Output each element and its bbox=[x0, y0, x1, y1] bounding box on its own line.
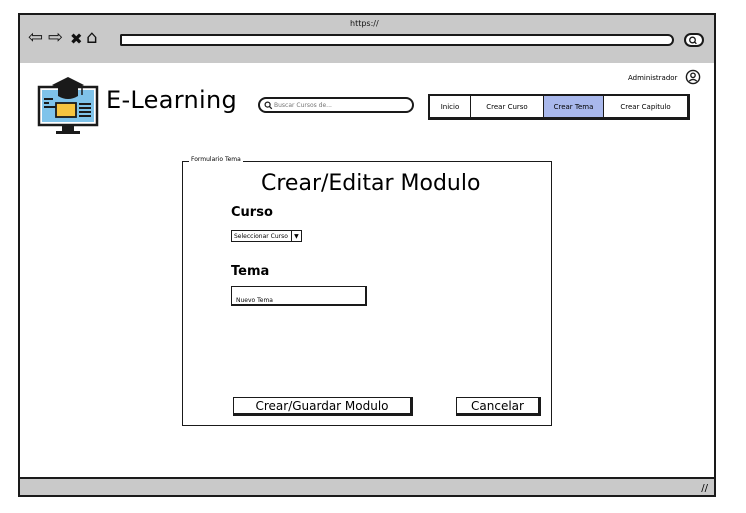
form-title: Crear/Editar Modulo bbox=[261, 171, 481, 196]
resize-grip-icon[interactable]: // bbox=[701, 483, 708, 494]
forward-arrow-icon[interactable]: ⇨ bbox=[48, 29, 63, 47]
course-label: Curso bbox=[231, 205, 273, 220]
page-content: E-Learning Administrador Inicio Crear Cu… bbox=[20, 63, 714, 479]
save-module-button[interactable]: Crear/Guardar Modulo bbox=[233, 397, 413, 416]
chevron-down-icon[interactable]: ▼ bbox=[290, 231, 301, 241]
e-learning-logo bbox=[36, 71, 100, 143]
main-nav-tabs: Inicio Crear Curso Crear Tema Crear Capi… bbox=[428, 94, 690, 120]
browser-search-button[interactable] bbox=[684, 33, 704, 47]
nav-tab-inicio[interactable]: Inicio bbox=[430, 96, 471, 117]
nav-tab-crear-curso[interactable]: Crear Curso bbox=[471, 96, 544, 117]
address-bar[interactable] bbox=[120, 34, 674, 46]
course-select[interactable]: Seleccionar Curso ▼ bbox=[231, 230, 302, 242]
search-icon bbox=[264, 101, 273, 110]
browser-window: ⇦ ⇨ ✖ ⌂ https:// E-Learning Buscar Curso… bbox=[18, 13, 716, 497]
course-search-input[interactable] bbox=[274, 99, 404, 111]
back-arrow-icon[interactable]: ⇦ bbox=[28, 29, 43, 47]
topic-field[interactable] bbox=[231, 286, 367, 307]
user-avatar-icon[interactable] bbox=[685, 69, 701, 85]
search-icon bbox=[689, 36, 697, 45]
topic-label: Tema bbox=[231, 264, 270, 279]
fieldset-legend: Formulario Tema bbox=[189, 156, 243, 163]
nav-tab-crear-capitulo[interactable]: Crear Capitulo bbox=[604, 96, 687, 117]
home-icon[interactable]: ⌂ bbox=[86, 29, 97, 47]
cancel-button[interactable]: Cancelar bbox=[456, 397, 541, 416]
browser-toolbar: ⇦ ⇨ ✖ ⌂ https:// bbox=[20, 15, 714, 65]
user-name: Administrador bbox=[628, 74, 678, 82]
course-select-value: Seleccionar Curso bbox=[234, 233, 288, 240]
status-bar: // bbox=[20, 477, 714, 495]
topic-form-fieldset: Formulario Tema Crear/Editar Modulo Curs… bbox=[182, 156, 552, 426]
topic-input[interactable] bbox=[232, 294, 365, 307]
brand-title: E-Learning bbox=[106, 86, 238, 114]
nav-tab-crear-tema[interactable]: Crear Tema bbox=[544, 96, 604, 117]
url-text: https:// bbox=[350, 19, 379, 28]
close-icon[interactable]: ✖ bbox=[70, 30, 83, 48]
course-search-box[interactable] bbox=[258, 97, 414, 113]
computer-graduation-icon bbox=[37, 77, 99, 134]
